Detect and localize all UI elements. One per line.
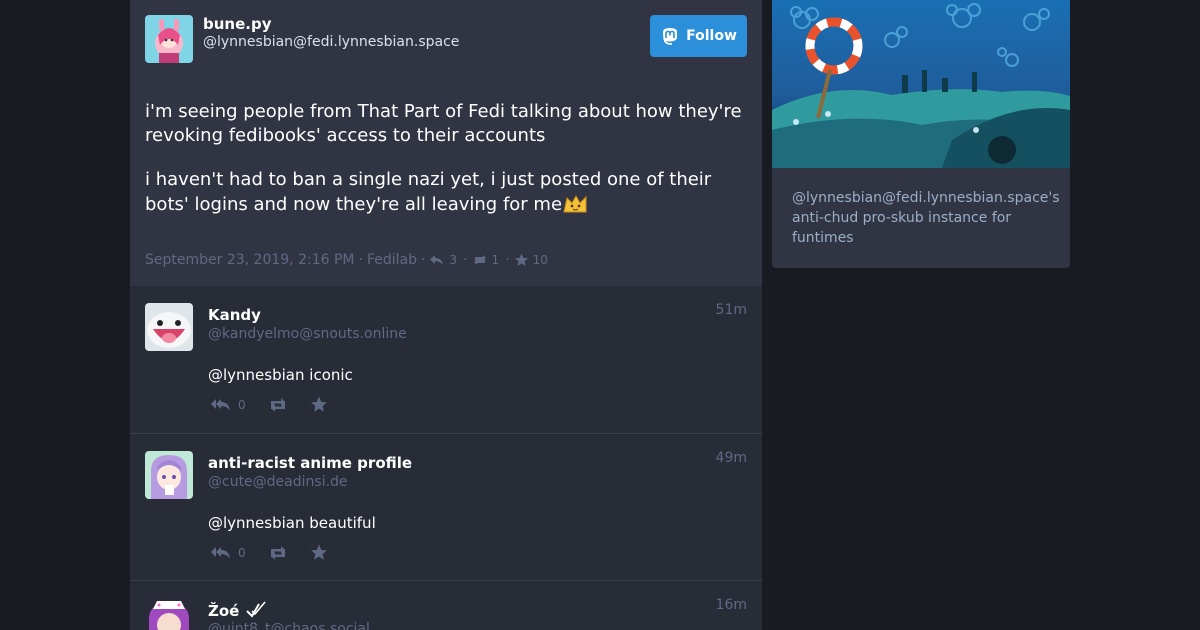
timestamp[interactable]: 49m — [716, 450, 747, 466]
reply-content: @lynnesbian beautiful — [208, 514, 376, 532]
account-handle[interactable]: @lynnesbian@fedi.lynnesbian.space — [203, 34, 459, 50]
display-name[interactable]: anti-racist anime profile — [208, 454, 412, 472]
favourite-button[interactable] — [310, 544, 328, 561]
boost-icon — [270, 397, 285, 412]
status-paragraph: i'm seeing people from That Part of Fedi… — [145, 101, 742, 146]
timestamp[interactable]: 16m — [716, 597, 747, 613]
separator: · — [505, 252, 510, 268]
separator: · — [421, 252, 426, 268]
display-name-text: Žoé — [208, 602, 240, 620]
favourites-count: 10 — [532, 253, 548, 267]
checkmark-icon — [245, 601, 266, 618]
reply-item[interactable]: anti-racist anime profile @cute@deadinsi… — [130, 434, 762, 581]
favourite-button[interactable] — [310, 396, 328, 413]
reply-text: iconic — [309, 366, 353, 384]
avatar[interactable] — [145, 303, 193, 351]
reply-all-icon — [211, 398, 230, 411]
star-icon — [310, 544, 327, 560]
account-handle[interactable]: @uint8_t@chaos.social — [208, 621, 370, 630]
avatar[interactable] — [145, 597, 193, 630]
account-handle[interactable]: @cute@deadinsi.de — [208, 474, 348, 490]
reply-item[interactable]: Žoé @uint8_t@chaos.social 16m — [130, 581, 762, 630]
reply-button[interactable]: 0 — [210, 397, 246, 413]
account-handle[interactable]: @kandyelmo@snouts.online — [208, 326, 407, 342]
display-name[interactable]: Žoé — [208, 601, 267, 620]
boost-icon — [270, 545, 285, 560]
action-bar: 0 — [210, 396, 350, 413]
reply-content: @lynnesbian iconic — [208, 366, 353, 384]
display-name[interactable]: bune.py — [203, 15, 271, 33]
boost-icon — [473, 255, 486, 265]
reply-icon — [430, 255, 444, 265]
mention-link[interactable]: @lynnesbian — [208, 514, 305, 532]
cat-emoji-icon — [563, 194, 587, 213]
reply-text: beautiful — [309, 514, 376, 532]
mastodon-icon — [663, 28, 678, 45]
star-icon — [310, 396, 327, 412]
reply-button[interactable]: 0 — [210, 545, 246, 561]
boost-button[interactable] — [268, 545, 288, 561]
mention-link[interactable]: @lynnesbian — [208, 366, 305, 384]
timeline-column: bune.py @lynnesbian@fedi.lynnesbian.spac… — [130, 0, 762, 630]
header-image — [772, 0, 1070, 168]
account-card: @lynnesbian@fedi.lynnesbian.space's anti… — [772, 0, 1070, 268]
avatar[interactable] — [145, 451, 193, 499]
action-bar: 0 — [210, 544, 350, 561]
main-status: bune.py @lynnesbian@fedi.lynnesbian.spac… — [130, 0, 762, 286]
status-app[interactable]: Fedilab — [367, 252, 417, 268]
reply-all-icon — [211, 546, 230, 559]
reply-count: 0 — [238, 545, 246, 560]
separator: · — [463, 252, 468, 268]
status-meta: September 23, 2019, 2:16 PM · Fedilab · … — [145, 252, 550, 268]
avatar[interactable] — [145, 15, 193, 63]
account-note: @lynnesbian@fedi.lynnesbian.space's anti… — [792, 190, 1060, 246]
replies-count: 3 — [449, 253, 458, 267]
status-content: i'm seeing people from That Part of Fedi… — [145, 100, 745, 237]
timestamp[interactable]: 51m — [716, 302, 747, 318]
follow-label: Follow — [686, 28, 737, 44]
status-paragraph-text: i haven't had to ban a single nazi yet, … — [145, 169, 712, 215]
status-date[interactable]: September 23, 2019, 2:16 PM — [145, 252, 355, 268]
follow-button[interactable]: Follow — [650, 15, 747, 57]
display-name[interactable]: Kandy — [208, 306, 261, 324]
reply-item[interactable]: Kandy @kandyelmo@snouts.online 51m @lynn… — [130, 286, 762, 434]
star-icon — [514, 253, 528, 266]
status-paragraph: i haven't had to ban a single nazi yet, … — [145, 168, 745, 217]
boost-button[interactable] — [268, 397, 288, 413]
reply-count: 0 — [238, 397, 246, 412]
boosts-count: 1 — [491, 253, 500, 267]
separator: · — [358, 252, 363, 268]
